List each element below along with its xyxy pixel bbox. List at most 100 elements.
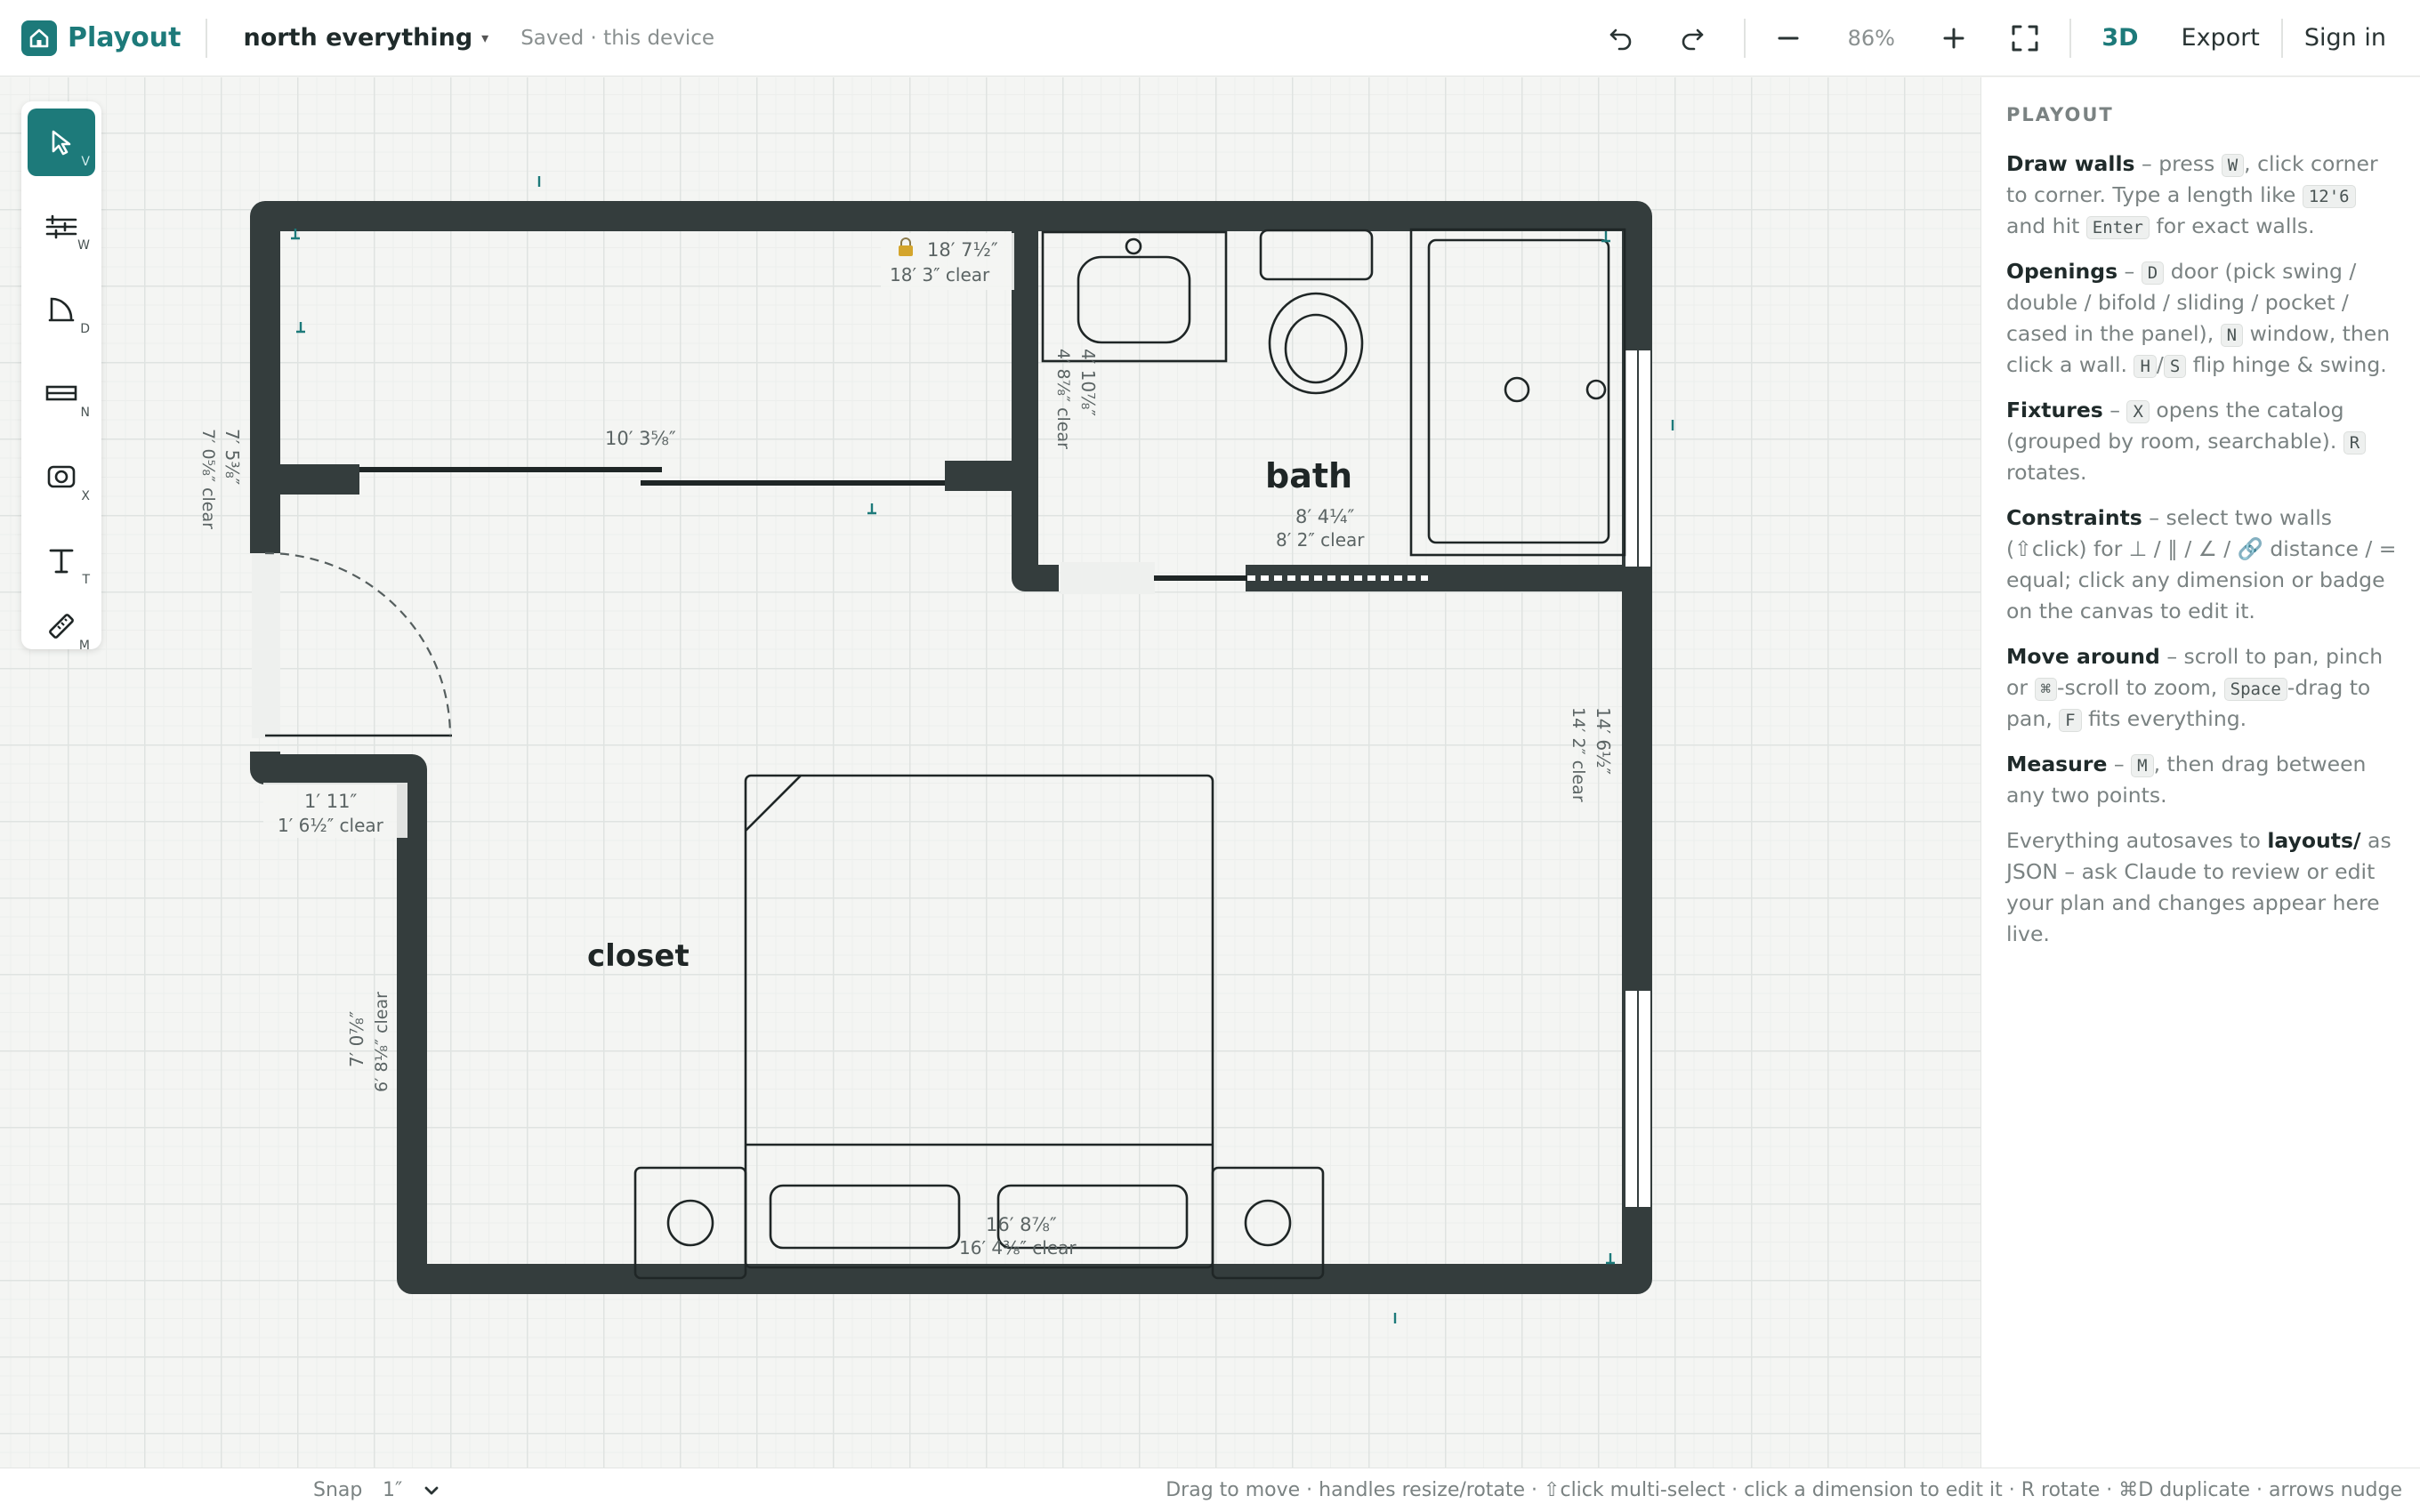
floor-plan[interactable]: 18′ 7½″ 18′ 3″ clear 10′ 3⅝″ 7′ 5⅜″ 7′ 0… [0, 77, 1980, 1468]
shortcut-key: 12'6 [2302, 185, 2356, 208]
fit-screen-button[interactable] [2000, 12, 2050, 65]
walls[interactable] [250, 201, 1652, 1294]
shortcut-key: T [82, 573, 90, 587]
dimension-left-wall: 7′ 5⅜″ 7′ 0⅝″ clear [198, 429, 243, 529]
undo-button[interactable] [1596, 12, 1646, 65]
help-section: Move around – scroll to pan, pinch or ⌘ -… [2006, 644, 2384, 732]
help-section: Everything autosaves to layouts/ as JSON… [2006, 828, 2392, 946]
bedroom-furniture[interactable] [633, 774, 1325, 1280]
shortcut-key: N [80, 406, 90, 420]
shortcut-key: D [80, 322, 90, 336]
brand-name: Playout [68, 22, 182, 53]
plan-canvas[interactable]: 18′ 7½″ 18′ 3″ clear 10′ 3⅝″ 7′ 5⅜″ 7′ 0… [0, 77, 1980, 1468]
panel-title: PLAYOUT [2006, 104, 2114, 125]
tool-measure[interactable]: M [28, 592, 95, 660]
shortcut-key: H [2134, 355, 2157, 378]
dimension-bottom-wall: 16′ 8⅞″ 16′ 4⅜″ clear [959, 1214, 1077, 1259]
dim-clear-label: 14′ 2″ clear [1569, 707, 1588, 802]
shortcut-key: S [2163, 355, 2187, 378]
zoom-out-button[interactable] [1763, 12, 1813, 65]
zoom-level: 86% [1847, 25, 1895, 51]
closet-sliding-doors[interactable] [265, 461, 1027, 495]
export-button[interactable]: Export [2160, 12, 2281, 65]
vanity-sink [1041, 230, 1228, 363]
dim-label: 16′ 8⅞″ [986, 1214, 1057, 1235]
redo-button[interactable] [1667, 12, 1717, 65]
dim-label: 4′ 10⅞″ [1077, 349, 1099, 416]
brand[interactable]: Playout [21, 20, 181, 56]
help-section: Openings – D door (pick swing / double /… [2006, 259, 2391, 378]
snap-select[interactable]: 1″ [383, 1479, 402, 1501]
sign-in-button[interactable]: Sign in [2283, 12, 2408, 65]
undo-icon [1610, 28, 1632, 50]
dim-clear-label: 16′ 4⅜″ clear [959, 1237, 1077, 1259]
help-section-heading: Move around [2006, 644, 2160, 669]
document-name: north everything [243, 24, 473, 52]
fit-screen-icon [2012, 25, 2038, 51]
snap-label: Snap [313, 1479, 363, 1501]
help-section-heading: Measure [2006, 752, 2108, 776]
tool-select[interactable]: V [28, 109, 95, 176]
door-swing-arc [264, 551, 452, 736]
dimension-door-return: 1′ 11″ 1′ 6½″ clear [263, 783, 407, 838]
dim-clear-label: 7′ 0⅝″ clear [198, 429, 218, 529]
shortcut-key: M [78, 639, 90, 653]
dim-clear-label: 18′ 3″ clear [890, 264, 990, 286]
shortcut-key: N [2220, 324, 2244, 347]
view-3d-button[interactable]: 3D [2080, 12, 2159, 65]
shortcut-key: M [2131, 754, 2154, 777]
chevron-down-icon[interactable] [422, 1481, 441, 1500]
redo-icon [1682, 28, 1704, 50]
dim-clear-label: 8′ 2″ clear [1276, 529, 1365, 551]
tool-door[interactable]: D [28, 276, 95, 343]
dimension-sliding-doors: 10′ 3⅝″ [605, 428, 676, 449]
help-section-heading: Constraints [2006, 505, 2142, 530]
shower [1409, 228, 1626, 557]
help-sections: Draw walls – press W, click corner to co… [2006, 149, 2399, 950]
dimension-bath-left: 4′ 10⅞″ 4′ 8⅞″ clear [1053, 349, 1099, 449]
tool-wall[interactable]: W [28, 192, 95, 260]
tool-window[interactable]: N [28, 359, 95, 427]
minus-icon [1778, 36, 1799, 39]
bed [744, 774, 1214, 1269]
shortcut-key: X [2126, 400, 2150, 423]
shortcut-key: ⌘ [2034, 678, 2057, 701]
dim-clear-label: 4′ 8⅞″ clear [1053, 349, 1073, 449]
nightstand-left [633, 1166, 747, 1280]
divider [2069, 18, 2072, 58]
room-label-bath[interactable]: bath [1265, 456, 1352, 495]
dim-clear-label: 6′ 8⅛″ clear [372, 992, 391, 1092]
cursor-icon [52, 130, 71, 156]
shortcut-key: Enter [2085, 216, 2150, 239]
plus-icon [1943, 28, 1964, 48]
entry-door[interactable] [252, 551, 452, 738]
room-label-closet[interactable]: closet [587, 938, 690, 974]
tool-fixture[interactable]: X [28, 443, 95, 511]
wall-stub-left [265, 464, 359, 495]
help-section: Draw walls – press W, click corner to co… [2006, 151, 2378, 239]
help-section: Measure – M, then drag between any two p… [2006, 752, 2367, 808]
save-status: Saved · this device [520, 26, 715, 50]
dimension-bath-bottom: 8′ 4¼″ 8′ 2″ clear [1276, 506, 1365, 551]
wall-icon [45, 214, 77, 239]
constraint-markers[interactable] [291, 176, 1674, 1323]
dim-label: 7′ 5⅜″ [222, 429, 243, 485]
tool-text[interactable]: T [28, 527, 95, 594]
top-bar: Playout north everything ▾ Saved · this … [0, 0, 2420, 76]
shortcut-key: W [77, 238, 90, 253]
status-bar: Snap 1″ Drag to move · handles resize/ro… [0, 1468, 2420, 1512]
door-icon [48, 297, 75, 322]
bath-door-opening [1061, 562, 1155, 594]
document-name-dropdown[interactable]: north everything ▾ [243, 24, 488, 52]
divider [206, 18, 208, 58]
shortcut-key: R [2343, 431, 2367, 454]
shortcut-key: F [2059, 709, 2082, 732]
zoom-in-button[interactable] [1929, 12, 1979, 65]
fixture-icon [47, 465, 76, 488]
help-section: Fixtures – X opens the catalog (grouped … [2006, 395, 2399, 488]
dim-label: 18′ 7½″ [927, 239, 998, 261]
help-section-heading: Draw walls [2006, 151, 2135, 176]
shortcut-key: D [2141, 261, 2165, 285]
wall-stub-right [945, 461, 1027, 491]
status-hint: Drag to move · handles resize/rotate · ⇧… [1166, 1479, 2402, 1501]
